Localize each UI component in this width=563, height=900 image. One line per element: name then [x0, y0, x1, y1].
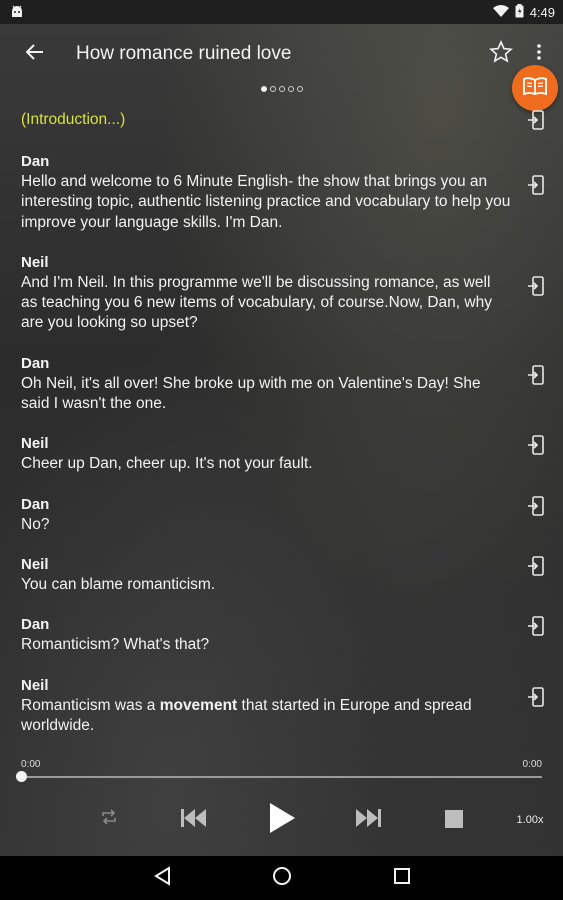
system-nav-bar — [0, 856, 563, 900]
repeat-button[interactable] — [98, 808, 120, 830]
transcript-line[interactable]: Dan Romanticism? What's that? — [21, 615, 551, 655]
status-time: 4:49 — [529, 4, 555, 20]
phone-enter-icon[interactable] — [527, 686, 545, 708]
speaker-name: Neil — [21, 435, 49, 453]
phone-enter-icon[interactable] — [527, 275, 545, 297]
transcript-line[interactable]: Neil Cheer up Dan, cheer up. It's not yo… — [21, 434, 551, 474]
dictionary-fab-button[interactable] — [512, 65, 558, 111]
page-title: How romance ruined love — [76, 43, 292, 64]
page-dot — [296, 86, 303, 92]
phone-enter-icon[interactable] — [527, 174, 545, 196]
nav-recents-button[interactable] — [390, 866, 414, 890]
transcript-line[interactable]: Neil You can blame romanticism. — [21, 555, 551, 595]
transcript-line[interactable]: Dan Hello and welcome to 6 Minute Englis… — [21, 152, 551, 233]
intro-text: (Introduction...) — [21, 111, 126, 128]
transcript-line[interactable]: Neil Romanticism was a movement that sta… — [21, 676, 551, 737]
speaker-name: Dan — [21, 153, 50, 170]
speech-text: And I'm Neil. In this programme we'll be… — [21, 273, 492, 332]
page-indicator — [0, 86, 563, 92]
speech-text-part: Romanticism was a — [21, 696, 160, 714]
nav-back-button[interactable] — [150, 865, 174, 891]
page-dot — [287, 86, 294, 92]
speech-text: Romanticism? What's that? — [21, 636, 210, 654]
speech-text: You can blame romanticism. — [21, 575, 216, 593]
phone-enter-icon[interactable] — [527, 109, 545, 131]
transcript-list: (Introduction...) Dan Hello and welcome … — [21, 108, 551, 756]
repeat-icon — [100, 808, 118, 830]
transcript-line[interactable]: Dan Oh Neil, it's all over! She broke up… — [21, 354, 551, 415]
play-icon — [268, 802, 296, 839]
arrow-back-icon — [25, 43, 44, 65]
playback-speed-button[interactable]: 1.00x — [510, 810, 550, 830]
app-bar: How romance ruined love — [0, 24, 563, 84]
speaker-name: Dan — [21, 616, 50, 634]
overflow-menu-button[interactable] — [529, 40, 549, 68]
nav-back-icon — [153, 865, 171, 891]
favorite-button[interactable] — [487, 39, 515, 69]
seek-thumb[interactable] — [15, 771, 27, 782]
speech-text: Cheer up Dan, cheer up. It's not your fa… — [21, 455, 313, 473]
nav-home-icon — [272, 866, 292, 891]
android-icon — [10, 5, 24, 20]
speaker-name: Neil — [21, 253, 49, 271]
intro-row[interactable]: (Introduction...) — [21, 108, 551, 132]
wifi-icon — [492, 4, 509, 20]
battery-icon — [515, 3, 524, 21]
phone-enter-icon[interactable] — [527, 615, 545, 637]
player-controls: 1.00x — [0, 796, 563, 846]
page-dot — [278, 86, 285, 92]
phone-enter-icon[interactable] — [527, 434, 545, 456]
duration-time: 0:00 — [522, 759, 542, 770]
star-outline-icon — [489, 39, 513, 69]
speaker-name: Neil — [21, 555, 49, 573]
speech-text: Romanticism was a movement that started … — [21, 696, 511, 737]
nav-recents-icon — [393, 867, 411, 890]
nav-home-button[interactable] — [270, 866, 294, 890]
transcript-line[interactable]: Dan No? — [21, 495, 551, 535]
speech-text: Oh Neil, it's all over! She broke up wit… — [21, 374, 481, 413]
phone-enter-icon[interactable] — [527, 555, 545, 577]
skip-next-icon — [355, 808, 381, 833]
seek-bar[interactable] — [21, 776, 542, 778]
more-vert-icon — [537, 43, 541, 65]
page-dot — [260, 86, 267, 92]
next-button[interactable] — [354, 808, 382, 832]
elapsed-time: 0:00 — [21, 759, 41, 770]
speech-text: No? — [21, 515, 50, 533]
play-button[interactable] — [264, 802, 300, 838]
phone-enter-icon[interactable] — [527, 364, 545, 386]
back-button[interactable] — [22, 41, 48, 67]
speaker-name: Neil — [21, 676, 49, 694]
open-book-icon — [522, 76, 548, 101]
speech-text: Hello and welcome to 6 Minute English- t… — [21, 173, 511, 231]
vocabulary-word[interactable]: movement — [160, 697, 238, 714]
speaker-name: Dan — [21, 354, 50, 372]
status-bar: 4:49 — [0, 0, 563, 24]
previous-button[interactable] — [180, 808, 208, 832]
page-dot — [269, 86, 276, 92]
speaker-name: Dan — [21, 495, 50, 513]
phone-enter-icon[interactable] — [527, 495, 545, 517]
stop-button[interactable] — [443, 809, 465, 833]
stop-icon — [445, 809, 463, 833]
transcript-line[interactable]: Neil And I'm Neil. In this programme we'… — [21, 253, 551, 334]
skip-previous-icon — [181, 808, 207, 833]
